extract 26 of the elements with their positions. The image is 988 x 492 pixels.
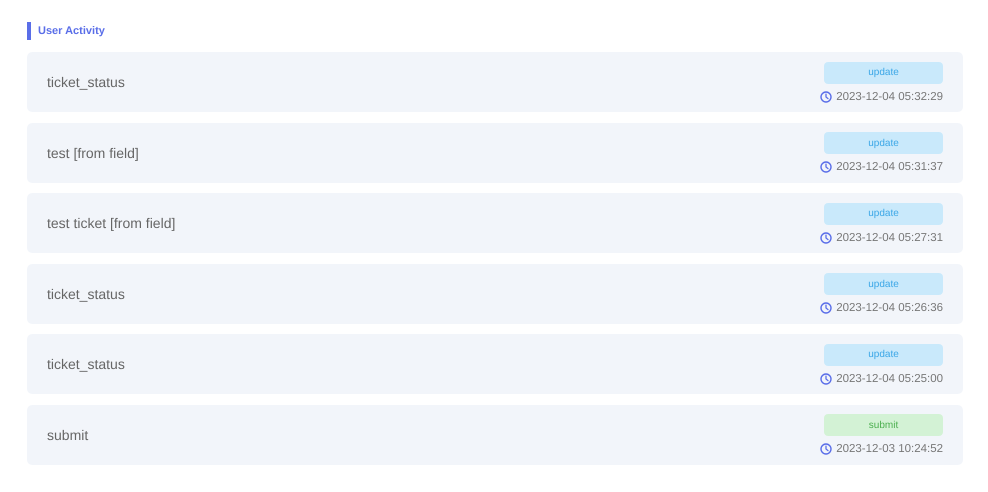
activity-time: 2023-12-04 05:26:36: [836, 302, 943, 314]
action-tag: update: [824, 132, 943, 154]
section-title: User Activity: [38, 25, 105, 37]
action-tag: submit: [824, 414, 943, 436]
action-tag: update: [824, 62, 943, 84]
action-tag: update: [824, 273, 943, 295]
clock-icon: [820, 90, 832, 102]
activity-name: ticket_status: [47, 286, 125, 302]
activity-time: 2023-12-04 05:31:37: [836, 161, 943, 173]
activity-name: ticket_status: [47, 74, 125, 90]
activity-time: 2023-12-04 05:27:31: [836, 232, 943, 244]
accent-bar: [27, 22, 31, 40]
clock-icon: [820, 372, 832, 384]
clock-icon: [820, 161, 832, 173]
clock-icon: [820, 302, 832, 314]
action-tag: update: [824, 344, 943, 366]
activity-name: ticket_status: [47, 356, 125, 372]
activity-name: test ticket [from field]: [47, 215, 176, 231]
activity-time: 2023-12-03 10:24:52: [836, 443, 943, 455]
clock-icon: [820, 443, 832, 455]
activity-time: 2023-12-04 05:25:00: [836, 372, 943, 384]
action-tag: update: [824, 202, 943, 224]
activity-name: test [from field]: [47, 144, 139, 160]
activity-name: submit: [47, 426, 88, 442]
clock-icon: [820, 232, 832, 244]
activity-time: 2023-12-04 05:32:29: [836, 90, 943, 102]
